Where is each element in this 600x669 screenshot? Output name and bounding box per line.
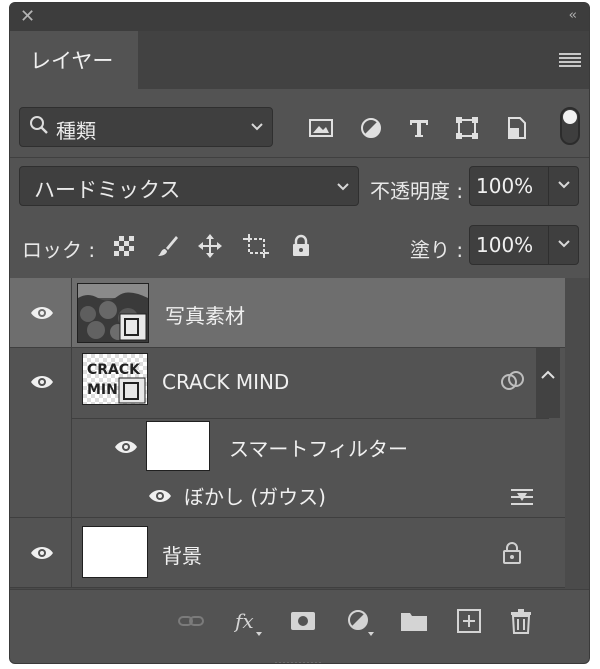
add-mask-icon[interactable] — [290, 608, 316, 634]
fill-dropdown[interactable] — [548, 226, 578, 264]
chevron-down-icon — [336, 177, 350, 196]
lock-all-icon[interactable] — [289, 234, 313, 258]
eye-icon[interactable] — [30, 374, 54, 390]
eye-icon[interactable] — [30, 545, 54, 561]
new-layer-icon[interactable] — [456, 608, 482, 634]
smart-filter-mask-thumbnail[interactable] — [146, 421, 210, 471]
panel-title-bar: ✕ ‹‹ — [10, 3, 589, 31]
opacity-dropdown[interactable] — [548, 167, 578, 205]
search-icon — [29, 114, 49, 141]
delete-layer-icon[interactable] — [508, 608, 534, 634]
layer-thumbnail-crack-mind: CRACK MIND — [82, 353, 148, 405]
lock-icon — [502, 542, 522, 564]
shape-filter-icon[interactable] — [454, 116, 480, 140]
filter-kind-value: 種類 — [56, 119, 96, 143]
layers-panel: ✕ ‹‹ レイヤー 種類 ハードミックス 不透明度: 100% ロック: 塗… — [9, 2, 590, 664]
lock-position-icon[interactable] — [198, 234, 222, 258]
tab-layers[interactable]: レイヤー — [10, 31, 138, 89]
layer-thumbnail-background — [82, 526, 148, 578]
adjustment-filter-icon[interactable] — [358, 116, 384, 140]
new-adjustment-layer-icon[interactable] — [346, 608, 374, 636]
image-filter-icon[interactable] — [308, 116, 334, 140]
link-layers-icon[interactable] — [178, 608, 204, 634]
smart-filter-name[interactable]: スマートフィルター — [229, 433, 408, 462]
blend-mode-select[interactable]: ハードミックス — [19, 166, 359, 206]
collapse-effects-button[interactable] — [536, 348, 560, 418]
panel-menu-icon[interactable] — [559, 53, 581, 67]
layers-scrollbar[interactable] — [565, 278, 589, 588]
layer-row-background[interactable]: 背景 — [10, 518, 589, 588]
opacity-field[interactable]: 100% — [469, 166, 579, 206]
filter-toggle[interactable] — [560, 107, 580, 145]
layer-name[interactable]: CRACK MIND — [162, 370, 289, 394]
lock-label: ロック : — [22, 238, 96, 262]
filter-name[interactable]: ぼかし (ガウス) — [184, 481, 326, 510]
resize-grip[interactable] — [275, 653, 325, 663]
svg-text:CRACK: CRACK — [87, 362, 141, 378]
layer-thumbnail-photo — [77, 283, 149, 343]
fx-effects-icon[interactable]: fx — [233, 608, 262, 636]
new-group-icon[interactable] — [400, 608, 427, 634]
eye-icon[interactable] — [148, 488, 172, 504]
filter-blending-options-icon[interactable] — [509, 487, 535, 507]
chevron-down-icon — [557, 234, 571, 253]
blend-mode-value: ハードミックス — [34, 178, 181, 202]
collapse-icon[interactable]: ‹‹ — [569, 8, 578, 23]
fill-label: 塗り : — [410, 238, 464, 262]
type-filter-icon[interactable] — [406, 116, 432, 140]
layer-name[interactable]: 背景 — [162, 540, 202, 569]
eye-icon[interactable] — [30, 305, 54, 321]
close-icon[interactable]: ✕ — [20, 6, 35, 27]
opacity-label: 不透明度 : — [370, 179, 464, 203]
chevron-down-icon — [250, 117, 264, 136]
smart-filter-group: スマートフィルター ぼかし (ガウス) — [72, 418, 549, 518]
bottom-toolbar: fx — [10, 589, 589, 649]
lock-image-pixels-icon[interactable] — [156, 234, 180, 258]
fill-value: 100% — [476, 233, 534, 257]
chevron-down-icon — [557, 175, 571, 194]
fill-field[interactable]: 100% — [469, 225, 579, 265]
layer-name[interactable]: 写真素材 — [165, 300, 245, 329]
blending-options-icon[interactable] — [500, 370, 526, 392]
smart-object-filter-icon[interactable] — [504, 116, 530, 140]
svg-text:fx: fx — [234, 609, 254, 633]
lock-transparent-pixels-icon[interactable] — [112, 234, 136, 258]
lock-artboard-icon[interactable] — [243, 234, 269, 258]
filter-row: 種類 — [10, 89, 589, 157]
layer-row-crack-mind[interactable]: CRACK MIND CRACK MIND スマートフィルター ぼかし (ガウス… — [10, 348, 589, 518]
eye-icon[interactable] — [114, 439, 138, 455]
tab-bar: レイヤー — [10, 31, 589, 89]
layer-row-photo[interactable]: 写真素材 — [10, 278, 589, 348]
opacity-value: 100% — [476, 174, 534, 198]
layers-list: 写真素材 CRACK MIND CRACK MIND スマートフィルター ぼかし… — [10, 278, 589, 589]
filter-kind-select[interactable]: 種類 — [19, 107, 273, 147]
